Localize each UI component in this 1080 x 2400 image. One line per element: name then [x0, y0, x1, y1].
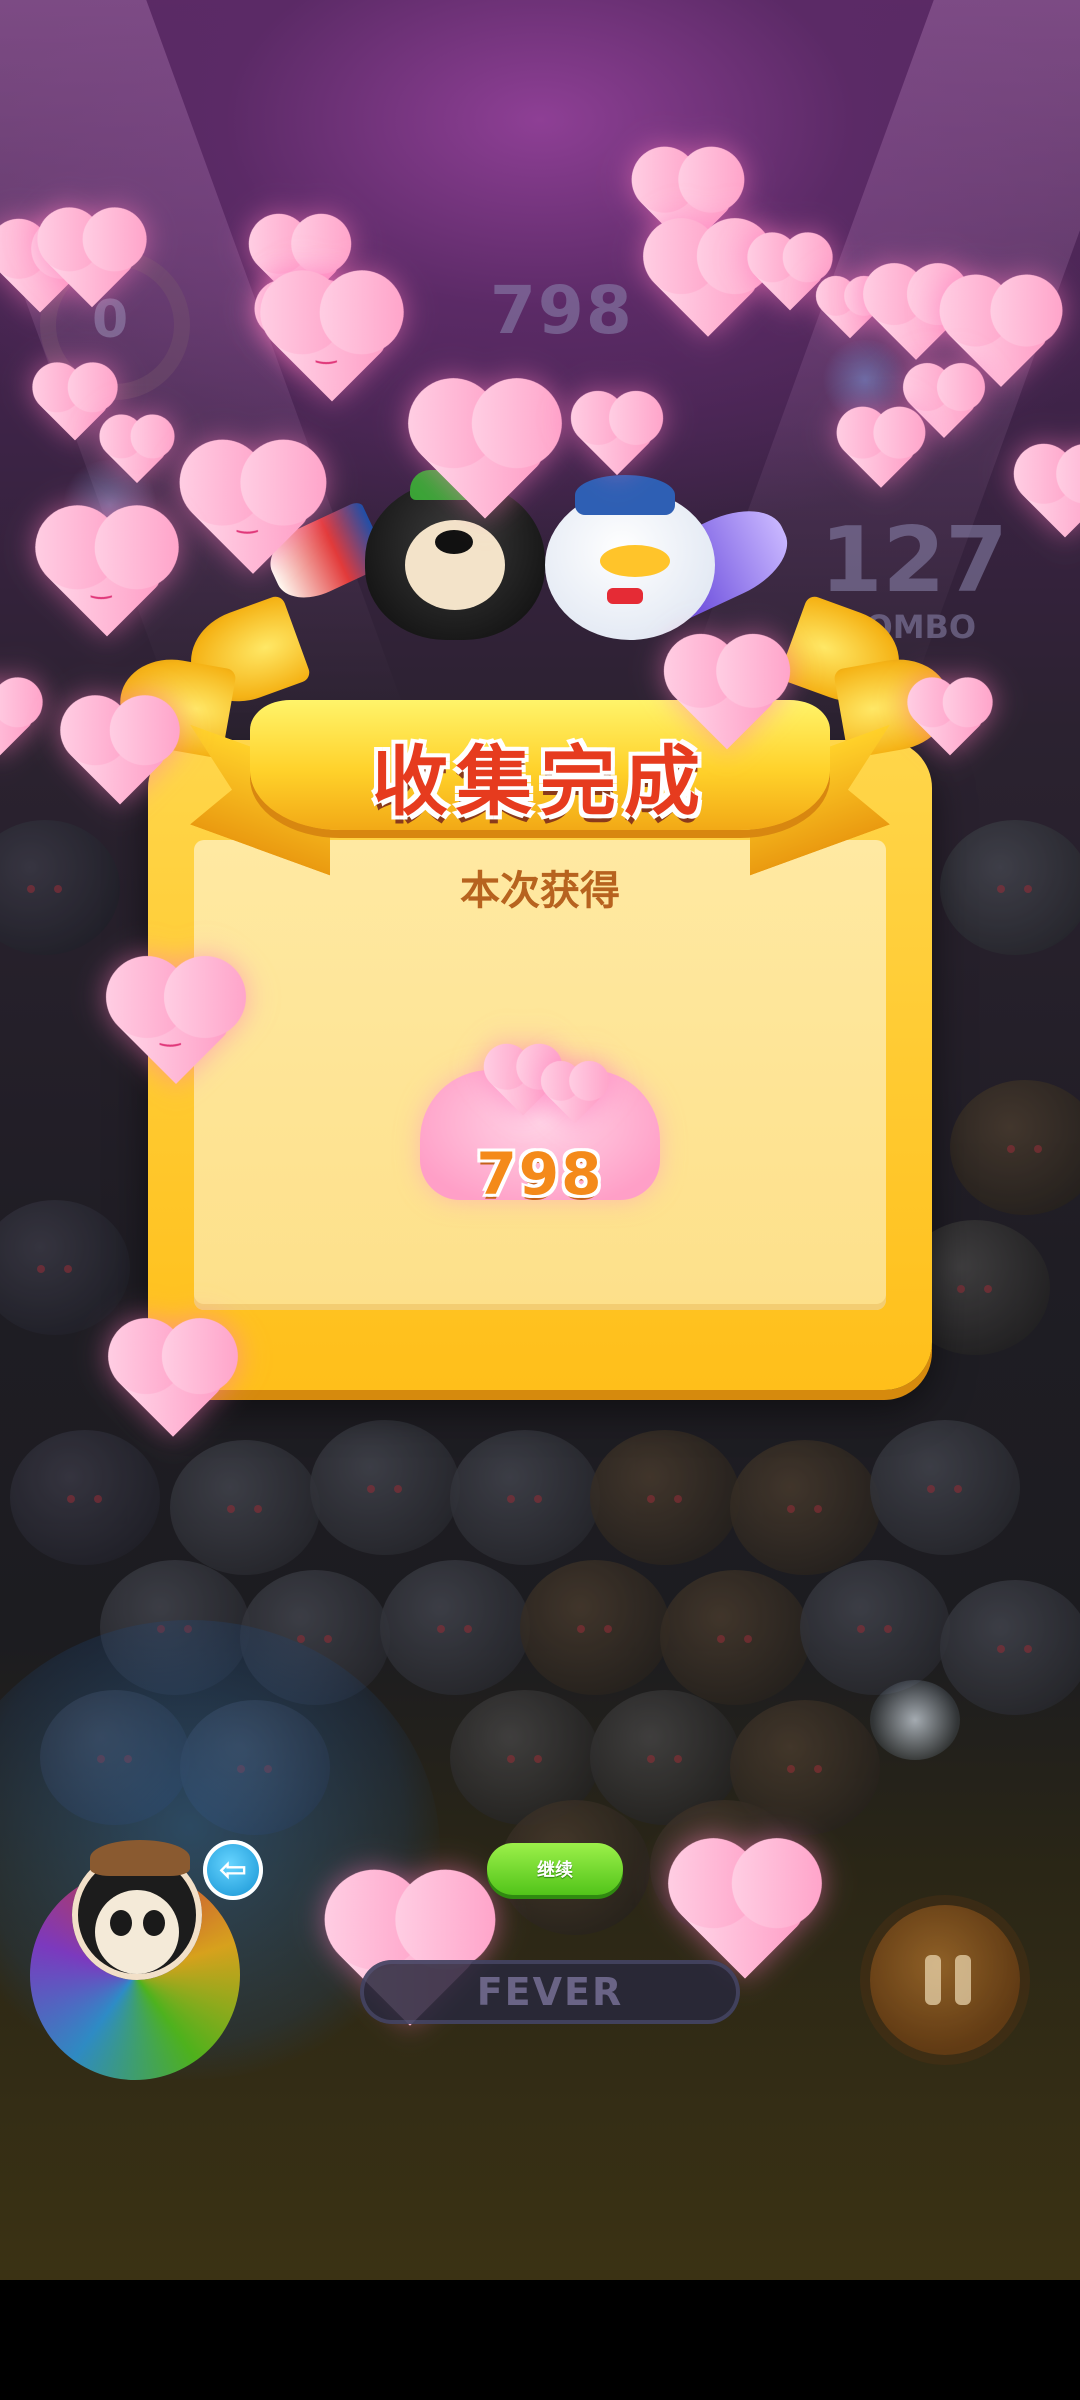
pause-icon [925, 1955, 941, 2005]
title-ribbon: 收集完成 [190, 700, 890, 880]
tsum-piece [660, 1570, 810, 1705]
combo-count: 127 [820, 508, 1008, 613]
goofy-nose [435, 530, 473, 554]
avatar-eye [143, 1910, 165, 1936]
tsum-piece [520, 1560, 670, 1695]
dialog-subtitle: 本次获得 [460, 868, 620, 914]
heart-icon [654, 229, 762, 337]
tsum-piece [940, 1580, 1080, 1715]
tsum-piece [0, 1200, 130, 1335]
tsum-piece [800, 1560, 950, 1695]
donald-hat [575, 475, 675, 515]
tsum-piece [870, 1420, 1020, 1555]
heart-icon [914, 684, 986, 756]
heart-icon [1022, 452, 1080, 538]
bubble [870, 1680, 960, 1760]
heart-icon [119, 1329, 227, 1437]
back-button[interactable]: ⇦ [203, 1840, 263, 1900]
tsum-piece [310, 1420, 460, 1555]
arrow-left-icon: ⇦ [218, 1850, 248, 1890]
system-navigation-area [0, 2280, 1080, 2400]
pause-button[interactable] [870, 1905, 1020, 2055]
tsum-piece [590, 1430, 740, 1565]
tsum-piece [450, 1430, 600, 1565]
pause-icon [955, 1955, 971, 2005]
game-stage: 0 798 127 COMBO 收集完成 本次获得 798 ‿ ‿ ‿ ‿ FE… [0, 0, 1080, 2280]
tsum-piece [950, 1080, 1080, 1215]
heart-icon [578, 398, 656, 476]
tsum-piece [170, 1440, 320, 1575]
avatar-hat [90, 1840, 190, 1876]
donald-bow [607, 588, 643, 604]
avatar-eye [110, 1910, 132, 1936]
heart-icon [0, 684, 36, 756]
tsum-piece [730, 1440, 880, 1575]
fever-label: FEVER [476, 1970, 624, 2014]
reward-amount: 798 [476, 1140, 604, 1208]
heart-icon [754, 239, 826, 311]
dialog-title: 收集完成 [372, 737, 708, 826]
score-counter: 798 [490, 272, 634, 349]
heart-smile-icon: ‿ [272, 282, 392, 402]
continue-button[interactable]: 继续 [487, 1843, 623, 1895]
tsum-piece [380, 1560, 530, 1695]
avatar-face [95, 1890, 179, 1974]
tsum-piece [10, 1430, 160, 1565]
donald-beak [600, 545, 670, 577]
